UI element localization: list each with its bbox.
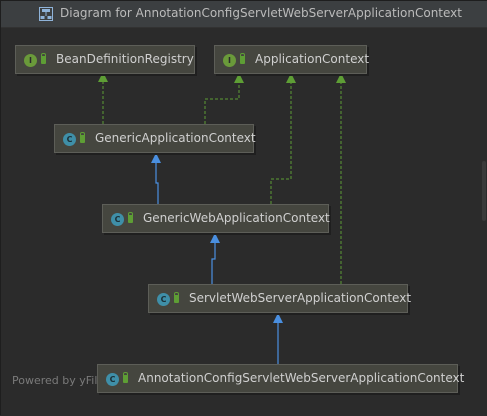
node-label: AnnotationConfigServletWebServerApplicat… [138,371,465,385]
node-label: GenericWebApplicationContext [143,211,330,225]
public-lock-icon [128,212,133,223]
interface-icon: I [223,54,236,67]
interface-icon: I [24,54,37,67]
class-icon: C [63,133,76,146]
node-servlet-web-server-application-context[interactable]: C ServletWebServerApplicationContext [148,284,412,313]
implements-edge-swsac-ac [336,73,346,284]
implements-edge-gac-bdr [98,72,108,124]
class-icon: C [157,293,170,306]
extends-edge-gwac-gac [151,153,161,204]
public-lock-icon [174,292,179,303]
class-icon: C [106,373,119,386]
node-generic-application-context[interactable]: C GenericApplicationContext [54,124,256,153]
public-lock-icon [123,372,128,383]
node-label: ApplicationContext [255,52,370,66]
node-application-context[interactable]: I ApplicationContext [214,45,370,74]
implements-edge-gwac-ac [270,73,296,204]
extends-edge-acswsac-swsac [273,313,283,364]
public-lock-icon [41,53,46,64]
class-icon: C [111,213,124,226]
diagram-window: Diagram for AnnotationConfigServletWebSe… [0,0,487,416]
public-lock-icon [80,132,85,143]
node-generic-web-application-context[interactable]: C GenericWebApplicationContext [102,204,330,233]
node-label: ServletWebServerApplicationContext [189,291,412,305]
node-label: BeanDefinitionRegistry [56,52,194,66]
public-lock-icon [240,53,245,64]
node-bean-definition-registry[interactable]: I BeanDefinitionRegistry [15,45,195,74]
extends-edge-swsac-gwac [210,233,220,284]
powered-by-label: Powered by yFil [12,374,98,387]
implements-edge-gac-ac [204,73,244,124]
node-label: GenericApplicationContext [95,131,256,145]
node-annotation-config-servlet-web-server-application-context[interactable]: C AnnotationConfigServletWebServerApplic… [97,364,464,393]
